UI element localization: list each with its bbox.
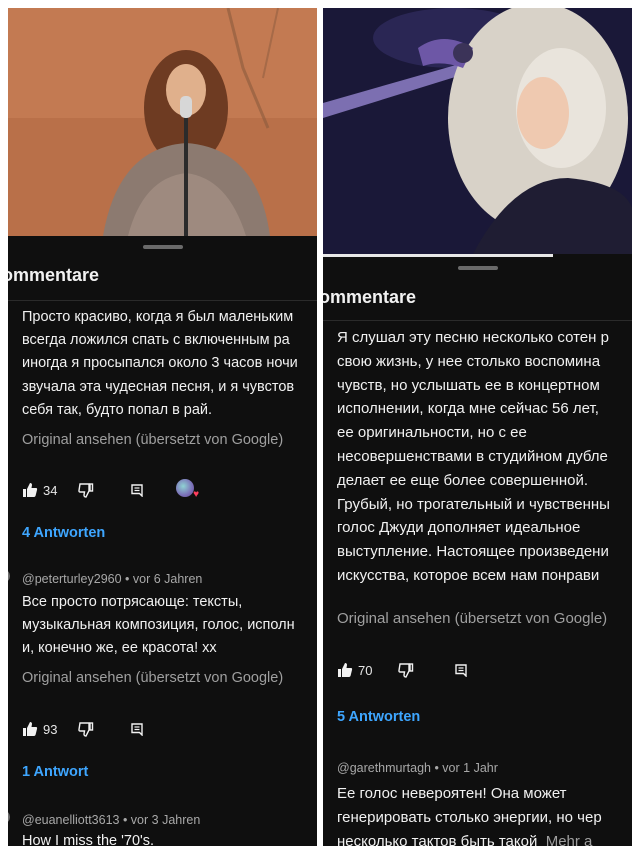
reply-icon: [131, 723, 143, 736]
like-button[interactable]: 93: [22, 719, 57, 739]
comment-author-meta[interactable]: @garethmurtagh • vor 1 Jahr: [337, 761, 498, 775]
comment-text: How I miss the '70's.: [22, 833, 155, 846]
dislike-button[interactable]: [78, 480, 94, 500]
drag-handle-icon[interactable]: [142, 245, 183, 249]
dislike-button[interactable]: [398, 660, 414, 680]
read-more-link[interactable]: Mehr a: [546, 833, 593, 846]
thumbs-down-icon: [78, 483, 94, 498]
comment-author-meta[interactable]: @euanelliott3613 • vor 3 Jahren: [22, 813, 200, 827]
video-player[interactable]: [323, 8, 632, 254]
divider: [8, 300, 317, 301]
left-screenshot-panel: ommentare Просто красиво, когда я был ма…: [8, 8, 317, 846]
thumbs-up-icon: [23, 483, 38, 497]
comment-text: Я слушал эту песню несколько сотен р сво…: [337, 329, 610, 584]
video-frame-singer: [8, 8, 317, 236]
comments-sheet: ommentare Просто красиво, когда я был ма…: [8, 236, 317, 846]
replies-button[interactable]: 4 Antworten: [22, 525, 105, 541]
avatar[interactable]: [8, 811, 10, 823]
replies-button[interactable]: 5 Antworten: [337, 709, 420, 725]
replies-button[interactable]: 1 Antwort: [22, 764, 88, 780]
video-player[interactable]: [8, 8, 317, 236]
comment-text: Все просто потрясающе: тексты, музыкальн…: [22, 594, 295, 657]
creator-heart-icon: ♥: [176, 479, 199, 500]
view-original-link[interactable]: Original ansehen (übersetzt von Google): [22, 670, 283, 686]
divider: [323, 320, 632, 321]
thumbs-up-icon: [23, 722, 38, 736]
reply-icon: [455, 664, 467, 677]
comment-text: Просто красиво, когда я был маленьким вс…: [22, 309, 298, 418]
thumbs-down-icon: [398, 663, 414, 678]
reply-button[interactable]: [130, 719, 144, 739]
comment-text: Ее голос невероятен! Она может генериров…: [337, 782, 602, 846]
view-original-link[interactable]: Original ansehen (übersetzt von Google): [337, 610, 607, 627]
reply-icon: [131, 484, 143, 497]
reply-button[interactable]: [454, 660, 468, 680]
like-button[interactable]: 34: [22, 480, 57, 500]
reply-button[interactable]: [130, 480, 144, 500]
view-original-link[interactable]: Original ansehen (übersetzt von Google): [22, 432, 283, 448]
like-button[interactable]: 70: [337, 660, 372, 680]
thumbs-down-icon: [78, 722, 94, 737]
avatar[interactable]: [8, 570, 10, 582]
comments-title: ommentare: [323, 287, 417, 307]
like-count: 70: [358, 662, 373, 678]
thumbs-up-icon: [338, 663, 353, 677]
right-screenshot-panel: ommentare Я слушал эту песню несколько с…: [323, 8, 632, 846]
like-count: 93: [43, 721, 58, 737]
video-frame-singer: [323, 8, 632, 254]
comment-author-meta[interactable]: @peterturley2960 • vor 6 Jahren: [22, 572, 202, 586]
drag-handle-icon[interactable]: [457, 266, 498, 270]
comments-title: ommentare: [8, 265, 100, 285]
like-count: 34: [43, 482, 58, 498]
dislike-button[interactable]: [78, 719, 94, 739]
comments-sheet: ommentare Я слушал эту песню несколько с…: [323, 257, 632, 846]
